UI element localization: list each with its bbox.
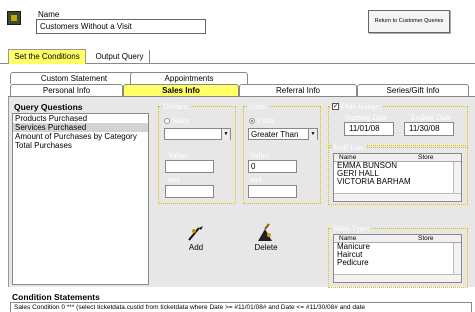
starting-date-input[interactable]: 11/01/08 bbox=[344, 122, 394, 136]
horizontal-scrollbar[interactable] bbox=[334, 193, 461, 201]
list-item[interactable]: Services Purchased bbox=[13, 123, 148, 132]
dollars-and-label: and bbox=[168, 175, 180, 184]
units-value-label: Value: bbox=[250, 151, 271, 160]
units-radio[interactable]: Units bbox=[249, 116, 275, 125]
query-name-field[interactable]: Customers Without a Visit bbox=[36, 19, 206, 34]
delete-icon bbox=[237, 223, 295, 243]
tab-set-the-conditions[interactable]: Set the Conditions bbox=[8, 49, 86, 64]
dollars-and-input[interactable] bbox=[165, 185, 214, 198]
tab-sales-info[interactable]: Sales Info bbox=[123, 84, 239, 96]
add-button[interactable]: Add bbox=[167, 220, 225, 258]
chevron-down-icon[interactable]: ▼ bbox=[308, 129, 317, 140]
tab-series-gift-info[interactable]: Series/Gift Info bbox=[357, 84, 469, 96]
ending-date-label: Ending Date bbox=[411, 113, 452, 122]
units-value-input[interactable]: 0 bbox=[248, 160, 297, 173]
table-row[interactable]: VICTORIA BARHAM bbox=[334, 178, 461, 186]
add-icon bbox=[167, 223, 225, 243]
query-questions-list[interactable]: Products Purchased Services Purchased Am… bbox=[12, 113, 149, 285]
units-and-label: and bbox=[250, 175, 262, 184]
units-operator-dropdown[interactable]: Greater Than ▼ bbox=[248, 128, 318, 140]
vertical-scrollbar[interactable] bbox=[453, 162, 461, 193]
dollars-value-input[interactable] bbox=[165, 160, 214, 173]
return-to-customer-queries-button[interactable]: Return to Customer Queries bbox=[368, 10, 450, 33]
tab-output-query[interactable]: Output Query bbox=[90, 50, 150, 63]
date-range-checkbox[interactable]: ✓ bbox=[332, 103, 339, 111]
name-label: Name bbox=[38, 10, 60, 19]
app-logo-icon bbox=[7, 11, 21, 25]
starting-date-label: Starting Date bbox=[345, 113, 388, 122]
units-radio-button[interactable] bbox=[249, 117, 255, 124]
column-header-name: Name bbox=[339, 235, 357, 242]
units-operator-value: Greater Than bbox=[251, 130, 299, 139]
units-radio-label: Units bbox=[257, 116, 275, 125]
tab-custom-statement[interactable]: Custom Statement bbox=[10, 72, 138, 84]
vertical-scrollbar[interactable] bbox=[453, 243, 461, 274]
staff-list-grid[interactable]: Name Store EMMA BUNSON GERI HALL VICTORI… bbox=[333, 153, 462, 202]
sales-type-title: Sales Type: bbox=[332, 224, 371, 233]
list-item[interactable]: Total Purchases bbox=[13, 141, 148, 150]
list-item[interactable]: Products Purchased bbox=[13, 114, 148, 123]
sales-radio-label: Sales bbox=[172, 116, 190, 125]
sales-type-header: Name Store bbox=[334, 235, 461, 243]
horizontal-scrollbar[interactable] bbox=[334, 274, 461, 282]
staff-list-title: Staff List: bbox=[332, 143, 367, 152]
column-header-name: Name bbox=[339, 154, 357, 161]
dollars-title: Dollars: bbox=[162, 102, 190, 111]
condition-statements-title: Condition Statements bbox=[12, 292, 100, 302]
ending-date-input[interactable]: 11/30/08 bbox=[404, 122, 454, 136]
sales-type-grid[interactable]: Name Store Manicure Haircut Pedicure bbox=[333, 234, 462, 283]
delete-button[interactable]: Delete bbox=[237, 220, 295, 258]
add-button-label: Add bbox=[188, 243, 204, 252]
sales-radio[interactable]: Sales bbox=[164, 116, 189, 125]
staff-list-header: Name Store bbox=[334, 154, 461, 162]
table-row[interactable]: Pedicure bbox=[334, 259, 461, 267]
tab-personal-info[interactable]: Personal Info bbox=[10, 84, 123, 96]
column-header-store: Store bbox=[418, 154, 434, 161]
column-header-store: Store bbox=[418, 235, 434, 242]
dollars-operator-dropdown[interactable]: ▼ bbox=[164, 128, 231, 140]
tab-referral-info[interactable]: Referral Info bbox=[239, 84, 357, 96]
delete-button-label: Delete bbox=[254, 243, 278, 252]
date-range-toggle[interactable]: ✓ Date Range: bbox=[331, 102, 382, 111]
dollars-value-label: Value: bbox=[168, 151, 189, 160]
chevron-down-icon[interactable]: ▼ bbox=[221, 129, 230, 140]
date-range-title: Date Range: bbox=[341, 102, 381, 111]
list-item[interactable]: Amount of Purchases by Category bbox=[13, 132, 148, 141]
query-questions-title: Query Questions bbox=[14, 102, 83, 112]
condition-statement-field[interactable]: Sales Condition 0 *** (select ticketdata… bbox=[10, 302, 472, 312]
units-and-input[interactable] bbox=[248, 185, 297, 198]
tab-appointments[interactable]: Appointments bbox=[130, 72, 248, 84]
sales-radio-button[interactable] bbox=[164, 117, 170, 124]
units-title: Units: bbox=[247, 102, 269, 111]
